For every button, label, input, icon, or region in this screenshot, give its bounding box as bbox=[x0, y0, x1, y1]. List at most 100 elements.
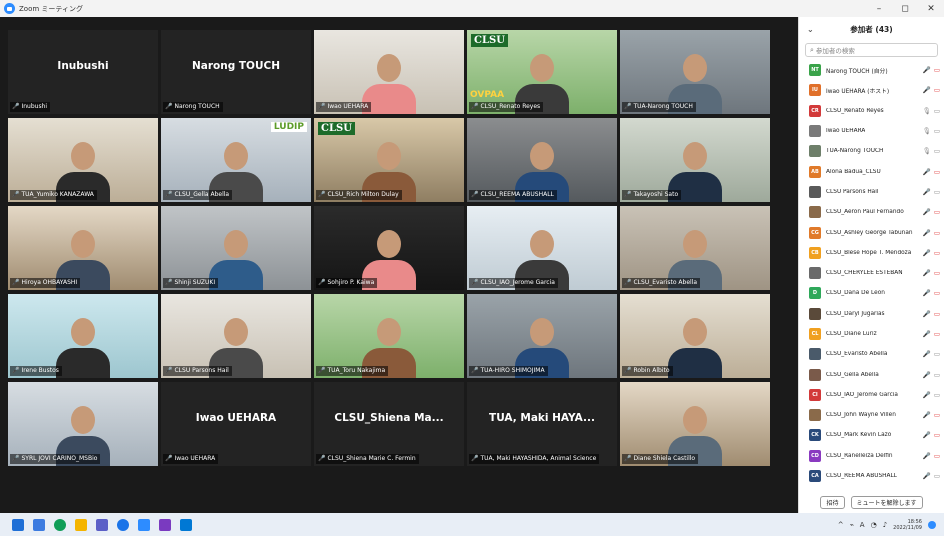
participant-row[interactable]: CLSU_Gella Abella 🎤 ▭ bbox=[799, 364, 944, 384]
video-tile[interactable]: 🎤 CLSU_Evaristo Abella bbox=[620, 206, 770, 290]
camera-off-icon[interactable]: ▭ bbox=[934, 208, 940, 216]
clock[interactable]: 18:56 2022/11/09 bbox=[893, 519, 922, 531]
camera-icon[interactable]: ▭ bbox=[934, 371, 940, 379]
close-button[interactable]: ✕ bbox=[918, 0, 944, 17]
camera-off-icon[interactable]: ▭ bbox=[934, 249, 940, 257]
camera-off-icon[interactable]: ▭ bbox=[934, 86, 940, 94]
chevron-down-icon[interactable]: ⌄ bbox=[807, 25, 814, 34]
video-tile[interactable]: Narong TOUCH 🎤 Narong TOUCH bbox=[161, 30, 311, 114]
camera-icon[interactable]: ▭ bbox=[934, 147, 940, 155]
participant-row[interactable]: Iwao UEHARA 🎙 ▭ bbox=[799, 121, 944, 141]
video-tile[interactable]: 🎤 Diane Shiela Castillo bbox=[620, 382, 770, 466]
camera-off-icon[interactable]: ▭ bbox=[934, 310, 940, 318]
video-tile[interactable]: CLSU OVPAA 🎤 CLSU_Renato Reyes bbox=[467, 30, 617, 114]
camera-icon[interactable]: ▭ bbox=[934, 127, 940, 135]
participant-row[interactable]: AB Alona Badua_CLSU 🎤 ▭ bbox=[799, 161, 944, 181]
minimize-button[interactable]: – bbox=[866, 0, 892, 17]
chrome-icon[interactable] bbox=[117, 518, 129, 531]
video-tile[interactable]: LUDIP 🎤 CLSU_Gella Abella bbox=[161, 118, 311, 202]
camera-off-icon[interactable]: ▭ bbox=[934, 66, 940, 74]
mic-muted-icon[interactable]: 🎤 bbox=[923, 350, 931, 358]
participant-row[interactable]: CB CLSU_Blese Hope T. Mendoza 🎤 ▭ bbox=[799, 243, 944, 263]
camera-off-icon[interactable]: ▭ bbox=[934, 168, 940, 176]
notification-icon[interactable] bbox=[928, 520, 936, 529]
camera-off-icon[interactable]: ▭ bbox=[934, 411, 940, 419]
network-icon[interactable]: ⌁ bbox=[850, 521, 854, 529]
app-icon[interactable] bbox=[159, 518, 171, 531]
video-tile[interactable]: 🎤 CLSU_IAO_Jerome Garcia bbox=[467, 206, 617, 290]
camera-off-icon[interactable]: ▭ bbox=[934, 229, 940, 237]
camera-icon[interactable]: ▭ bbox=[934, 472, 940, 480]
mic-muted-icon[interactable]: 🎤 bbox=[923, 452, 931, 460]
participant-row[interactable]: CLSU_Evaristo Abella 🎤 ▭ bbox=[799, 344, 944, 364]
video-tile[interactable]: 🎤 Hiroya OHBAYASHI bbox=[8, 206, 158, 290]
mic-muted-icon[interactable]: 🎤 bbox=[923, 472, 931, 480]
participant-row[interactable]: NT Narong TOUCH (自分) 🎤 ▭ bbox=[799, 60, 944, 80]
video-tile[interactable]: 🎤 Shinji SUZUKI bbox=[161, 206, 311, 290]
video-tile[interactable]: 🎤 Irene Bustos bbox=[8, 294, 158, 378]
mic-muted-icon[interactable]: 🎤 bbox=[923, 66, 931, 74]
search-taskbar-icon[interactable] bbox=[33, 518, 45, 531]
mic-muted-icon[interactable]: 🎤 bbox=[923, 249, 931, 257]
video-tile[interactable]: 🎤 Sohjiro P. Kaiwa bbox=[314, 206, 464, 290]
unmute-all-button[interactable]: ミュートを解除します bbox=[850, 495, 923, 509]
participant-row[interactable]: IU Iwao UEHARA (ホスト) 🎤 ▭ bbox=[799, 80, 944, 100]
mic-muted-icon[interactable]: 🎤 bbox=[923, 168, 931, 176]
volume-icon[interactable]: ♪ bbox=[883, 521, 887, 529]
video-tile[interactable]: CLSU_Shiena Ma... 🎤 CLSU_Shiena Marie C. F… bbox=[314, 382, 464, 466]
mic-muted-icon[interactable]: 🎤 bbox=[923, 289, 931, 297]
search-input[interactable]: ⌕ 参加者の検索 bbox=[805, 43, 938, 57]
chevron-up-icon[interactable]: ^ bbox=[838, 521, 844, 529]
video-tile[interactable]: Iwao UEHARA 🎤 Iwao UEHARA bbox=[161, 382, 311, 466]
mic-muted-icon[interactable]: 🎤 bbox=[923, 411, 931, 419]
participant-row[interactable]: CLSU_Aeron Paul Fernando 🎤 ▭ bbox=[799, 202, 944, 222]
video-tile[interactable]: 🎤 TUA_Yumiko KANAZAWA bbox=[8, 118, 158, 202]
video-tile[interactable]: TUA, Maki HAYA... 🎤 TUA, Maki HAYASHIDA, A… bbox=[467, 382, 617, 466]
mic-muted-icon[interactable]: 🎤 bbox=[923, 269, 931, 277]
mic-icon[interactable]: 🎙 bbox=[923, 147, 931, 155]
participant-row[interactable]: CLSU_John Wayne Villen 🎤 ▭ bbox=[799, 405, 944, 425]
file-explorer-icon[interactable] bbox=[75, 518, 87, 531]
camera-icon[interactable]: ▭ bbox=[934, 188, 940, 196]
wifi-icon[interactable]: ◔ bbox=[871, 521, 877, 529]
mic-muted-icon[interactable]: 🎤 bbox=[923, 371, 931, 379]
invite-button[interactable]: 招待 bbox=[820, 495, 845, 509]
video-tile[interactable]: 🎤 TUA-Narong TOUCH bbox=[620, 30, 770, 114]
camera-off-icon[interactable]: ▭ bbox=[934, 269, 940, 277]
lang-indicator[interactable]: A bbox=[860, 521, 865, 529]
mic-muted-icon[interactable]: 🎤 bbox=[923, 208, 931, 216]
participant-row[interactable]: CR CLSU_Renato Reyes 🎙 ▭ bbox=[799, 101, 944, 121]
participant-row[interactable]: CLSU_CHERYLEE ESTEBAN 🎤 ▭ bbox=[799, 263, 944, 283]
video-tile[interactable]: 🎤 SYRL JOVI CARINO_MSBio bbox=[8, 382, 158, 466]
mic-muted-icon[interactable]: 🎤 bbox=[923, 188, 931, 196]
video-tile[interactable]: 🎤 TUA-HIRO SHIMOJIMA bbox=[467, 294, 617, 378]
teams-icon[interactable] bbox=[96, 518, 108, 531]
camera-icon[interactable]: ▭ bbox=[934, 107, 940, 115]
browser-icon[interactable] bbox=[54, 518, 66, 531]
video-tile[interactable]: 🎤 CLSU Parsons Hail bbox=[161, 294, 311, 378]
camera-off-icon[interactable]: ▭ bbox=[934, 452, 940, 460]
restore-button[interactable]: ◻ bbox=[892, 0, 918, 17]
mic-icon[interactable]: 🎙 bbox=[923, 107, 931, 115]
mic-muted-icon[interactable]: 🎤 bbox=[923, 391, 931, 399]
mic-muted-icon[interactable]: 🎤 bbox=[923, 86, 931, 94]
participant-row[interactable]: CI CLSU_IAO_Jerome Garcia 🎤 ▭ bbox=[799, 385, 944, 405]
video-tile[interactable]: 🎤 CLSU_REEMA ABUSHALL bbox=[467, 118, 617, 202]
store-icon[interactable] bbox=[180, 518, 192, 531]
mic-muted-icon[interactable]: 🎤 bbox=[923, 310, 931, 318]
camera-off-icon[interactable]: ▭ bbox=[934, 431, 940, 439]
participant-row[interactable]: CK CLSU_Mark Kevin Lazo 🎤 ▭ bbox=[799, 425, 944, 445]
start-icon[interactable] bbox=[12, 518, 24, 531]
camera-off-icon[interactable]: ▭ bbox=[934, 289, 940, 297]
mic-muted-icon[interactable]: 🎤 bbox=[923, 229, 931, 237]
zoom-taskbar-icon[interactable] bbox=[138, 518, 150, 531]
participant-row[interactable]: TUA-Narong TOUCH 🎙 ▭ bbox=[799, 141, 944, 161]
participant-row[interactable]: CD CLSU_Ranelleiza Delfin 🎤 ▭ bbox=[799, 446, 944, 466]
camera-icon[interactable]: ▭ bbox=[934, 391, 940, 399]
participant-row[interactable]: CA CLSU_REEMA ABUSHALL 🎤 ▭ bbox=[799, 466, 944, 486]
video-tile[interactable]: 🎤 Robin Albito bbox=[620, 294, 770, 378]
camera-icon[interactable]: ▭ bbox=[934, 350, 940, 358]
mic-icon[interactable]: 🎙 bbox=[923, 127, 931, 135]
video-tile[interactable]: 🎤 Takayoshi Sato bbox=[620, 118, 770, 202]
mic-muted-icon[interactable]: 🎤 bbox=[923, 330, 931, 338]
